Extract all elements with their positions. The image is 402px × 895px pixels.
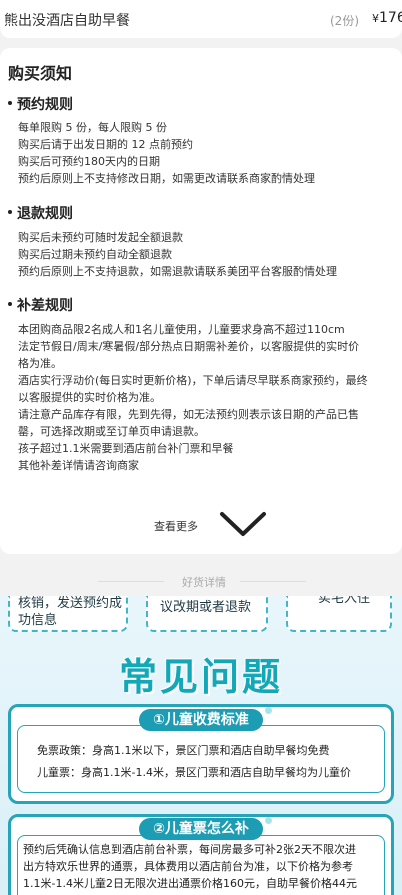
- rule-line: 预约后原则上不支持退款，如需退款请联系美团平台客服酌情处理: [18, 265, 337, 278]
- pill-decoration-dot: [265, 707, 272, 714]
- faq-title: 常见问题: [118, 655, 283, 699]
- currency-symbol: ¥: [372, 12, 379, 25]
- faq-card-child-fee: ①儿童收费标准 免票政策：身高1.1米以下，景区门票和酒店自助早餐均免费 儿童票…: [8, 704, 394, 804]
- chevron-down-icon: [220, 512, 266, 536]
- bullet-dot: [8, 101, 12, 105]
- bullet-dot: [8, 302, 12, 306]
- step-box-middle: 议改期或者退款: [146, 596, 268, 632]
- rule-line: 罄，可选择改期或至订单页申请退款。: [18, 425, 205, 438]
- purchase-notice-card: 购买须知 预约规则 每单限购 5 份，每人限购 5 份 购买后请于出发日期的 1…: [0, 48, 402, 554]
- step-box-left: 核销，发送预约成 功信息: [8, 596, 128, 632]
- pill-decoration-dot: [265, 817, 272, 824]
- rule-line: 购买后未预约可随时发起全额退款: [18, 231, 183, 244]
- item-count: (2份): [330, 14, 359, 28]
- price-value: 176: [379, 10, 402, 26]
- rule-line: 购买后过期未预约自动全额退款: [18, 248, 172, 261]
- booking-rules-list: 每单限购 5 份，每人限购 5 份 购买后请于出发日期的 12 点前预约 购买后…: [18, 119, 390, 187]
- view-more-label: 查看更多: [154, 520, 198, 533]
- rule-line: 本团购商品限2名成人和1名儿童使用，儿童要求身高不超过110cm: [18, 323, 345, 336]
- bullet-dot: [8, 210, 12, 214]
- step-box-right: 实宅入住: [286, 596, 392, 632]
- faq-card-child-ticket: ②儿童票怎么补 预约后凭确认信息到酒店前台补票，每间房最多可补2张2天不限次进 …: [8, 814, 394, 895]
- faq-pill-child-fee: ①儿童收费标准: [139, 709, 263, 731]
- rule-line: 购买后可预约180天内的日期: [18, 155, 160, 168]
- divider-label: 好货详情: [182, 576, 226, 589]
- item-price: ¥176: [372, 10, 402, 26]
- rule-line: 孩子超过1.1米需要到酒店前台补门票和早餐: [18, 442, 234, 455]
- rule-line: 以客服提供的实时价格为准。: [18, 391, 161, 404]
- section-title-text: 退款规则: [17, 206, 73, 222]
- section-title-booking-rules: 预约规则: [8, 94, 73, 114]
- rule-line: 购买后请于出发日期的 12 点前预约: [18, 138, 193, 151]
- step-text: 功信息: [18, 613, 58, 628]
- section-title-text: 预约规则: [17, 97, 73, 113]
- notice-title: 购买须知: [8, 64, 73, 83]
- step-text: 实宅入住: [318, 596, 371, 606]
- faq-line: 1.1米-1.4米儿童2日无限次进出通票价格160元，自助早餐价格44元: [23, 877, 357, 890]
- rule-line: 预约后原则上不支持修改日期，如需更改请联系商家酌情处理: [18, 172, 315, 185]
- rule-line: 法定节假日/周末/寒暑假/部分热点日期需补差价，以客服提供的实时价: [18, 340, 360, 353]
- faq-line: 预约后凭确认信息到酒店前台补票，每间房最多可补2张2天不限次进: [23, 843, 356, 856]
- price-difference-rules-list: 本团购商品限2名成人和1名儿童使用，儿童要求身高不超过110cm 法定节假日/周…: [18, 321, 390, 474]
- faq-line: 儿童票：身高1.1米-1.4米，景区门票和酒店自助早餐均为儿童价: [37, 766, 351, 779]
- rule-line: 格为准。: [18, 357, 62, 370]
- faq-line: 出方特欢乐世界的通票，具体费用以酒店前台为准，以下价格为参考: [23, 860, 353, 873]
- rule-line: 其他补差详情请咨询商家: [18, 459, 139, 472]
- faq-pill-child-ticket: ②儿童票怎么补: [139, 818, 263, 840]
- section-title-refund-rules: 退款规则: [8, 203, 73, 223]
- divider-line-left: [98, 581, 164, 582]
- faq-card-inner: [17, 725, 385, 793]
- section-divider: 好货详情: [0, 572, 402, 592]
- faq-line: 免票政策：身高1.1米以下，景区门票和酒店自助早餐均免费: [37, 744, 330, 757]
- item-name: 熊出没酒店自助早餐: [4, 13, 130, 29]
- refund-rules-list: 购买后未预约可随时发起全额退款 购买后过期未预约自动全额退款 预约后原则上不支持…: [18, 229, 390, 280]
- section-title-text: 补差规则: [17, 298, 73, 314]
- order-item-row: 熊出没酒店自助早餐 (2份) ¥176: [0, 0, 402, 38]
- section-title-price-difference-rules: 补差规则: [8, 295, 73, 315]
- step-text: 议改期或者退款: [160, 600, 252, 615]
- product-detail-image: 核销，发送预约成 功信息 议改期或者退款 实宅入住 常见问题 ①儿童收费标准 免…: [0, 596, 402, 895]
- rule-line: 每单限购 5 份，每人限购 5 份: [18, 121, 167, 134]
- view-more-button[interactable]: 查看更多: [0, 504, 402, 548]
- step-text: 核销，发送预约成: [18, 596, 123, 611]
- divider-line-right: [240, 581, 306, 582]
- rule-line: 请注意产品库存有限，先到先得，如无法预约则表示该日期的产品已售: [18, 408, 359, 421]
- rule-line: 酒店实行浮动价(每日实时更新价格)，下单后请尽早联系商家预约，最终: [18, 374, 368, 387]
